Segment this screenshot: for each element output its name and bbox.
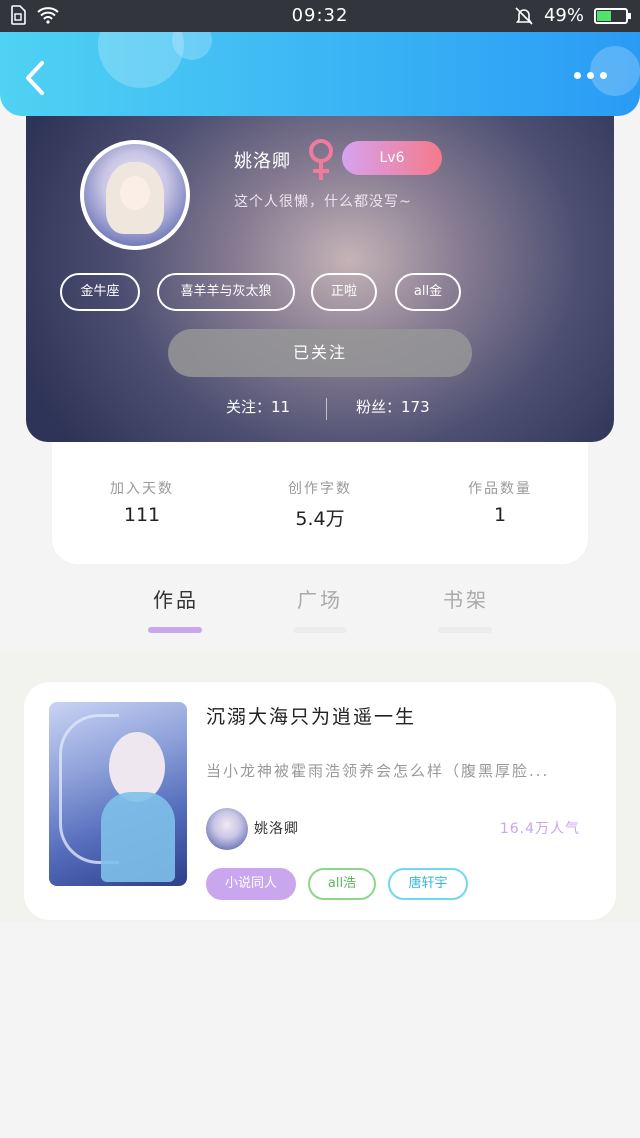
cover-dress [101, 792, 175, 882]
work-tag[interactable]: 唐轩宇 [388, 868, 468, 900]
profile-tag[interactable]: 喜羊羊与灰太狼 [157, 273, 295, 311]
work-tag[interactable]: 小说同人 [206, 868, 296, 900]
stat-label: 作品数量 [468, 481, 532, 497]
profile-card: 姚洛卿 Lv6 这个人很懒，什么都没写~ 金牛座 喜羊羊与灰太狼 正啦 all金… [26, 110, 614, 442]
more-dot [587, 72, 594, 79]
tab-indicator-bookshelf [438, 627, 492, 633]
author-name[interactable]: 姚洛卿 [254, 818, 299, 838]
following-count[interactable]: 关注：11 [226, 396, 290, 417]
stat-label: 加入天数 [110, 481, 174, 497]
stat-value: 111 [123, 504, 161, 526]
status-right: 49% [514, 5, 631, 26]
more-button[interactable] [574, 72, 610, 84]
profile-tag[interactable]: 正啦 [311, 273, 377, 311]
top-header [0, 32, 640, 116]
more-dot [574, 72, 581, 79]
profile-avatar[interactable] [80, 140, 190, 250]
back-button[interactable] [20, 60, 50, 96]
tab-square[interactable]: 广场 [270, 584, 370, 613]
chevron-left-icon [26, 61, 44, 95]
avatar-face [120, 176, 150, 210]
followers-count[interactable]: 粉丝：173 [356, 396, 430, 417]
work-cover-image[interactable] [49, 702, 187, 886]
battery-fill [597, 10, 611, 21]
tab-bookshelf[interactable]: 书架 [416, 584, 516, 613]
more-dot [600, 72, 607, 79]
female-icon [309, 139, 333, 180]
profile-tag[interactable]: 金牛座 [60, 273, 140, 311]
stat-word-count: 创作字数 5.4万 [230, 478, 410, 531]
tab-works[interactable]: 作品 [126, 584, 226, 613]
author-avatar[interactable] [206, 808, 248, 850]
battery-icon [594, 7, 631, 24]
profile-tag[interactable]: all金 [395, 273, 461, 311]
profile-nickname: 姚洛卿 [234, 151, 291, 172]
mute-bell-icon [515, 6, 533, 25]
follow-stats: 关注：11 粉丝：173 [26, 396, 614, 420]
work-tag[interactable]: all浩 [308, 868, 376, 900]
tab-indicator-works [148, 627, 202, 633]
divider [326, 398, 327, 420]
decor-bubble [590, 46, 640, 96]
profile-page: 09:32 49% 姚洛卿 Lv6 这个人很懒，什么都没写~ 金牛座 喜羊羊与灰… [0, 0, 640, 1138]
follow-button[interactable]: 已关注 [168, 329, 472, 377]
stat-value: 5.4万 [295, 508, 345, 530]
tab-indicator-square [293, 627, 347, 633]
profile-bio: 这个人很懒，什么都没写~ [234, 194, 412, 210]
battery-percent: 49% [543, 5, 584, 26]
work-description: 当小龙神被霍雨浩领养会怎么样（腹黑厚脸... [206, 762, 550, 780]
status-bar: 09:32 49% [0, 0, 640, 32]
stat-value: 1 [493, 504, 507, 526]
level-badge: Lv6 [342, 141, 442, 175]
stat-works-count: 作品数量 1 [410, 478, 590, 526]
work-title[interactable]: 沉溺大海只为逍遥一生 [206, 702, 416, 729]
work-card[interactable]: 沉溺大海只为逍遥一生 当小龙神被霍雨浩领养会怎么样（腹黑厚脸... 姚洛卿 16… [24, 682, 616, 920]
popularity: 16.4万人气 [499, 821, 580, 837]
stat-label: 创作字数 [288, 481, 352, 497]
stat-join-days: 加入天数 111 [52, 478, 232, 526]
